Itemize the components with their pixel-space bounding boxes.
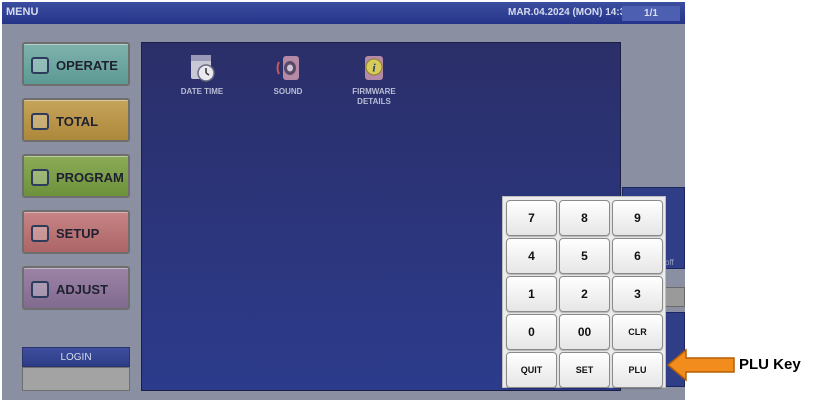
sound-tile[interactable]: SOUND bbox=[253, 53, 323, 97]
key-8[interactable]: 8 bbox=[559, 200, 610, 236]
plu-key-callout: PLU Key bbox=[666, 348, 822, 382]
login-label: LOGIN bbox=[22, 347, 130, 367]
info-icon: i bbox=[365, 56, 383, 80]
key-2[interactable]: 2 bbox=[559, 276, 610, 312]
page-indicator: 1/1 bbox=[622, 6, 680, 21]
scale-screen: MENU MAR.04.2024 (MON) 14:30 1/1 OPERATE… bbox=[2, 2, 685, 400]
login-field[interactable] bbox=[22, 367, 130, 391]
sound-label: SOUND bbox=[273, 87, 303, 96]
plu-key[interactable]: PLU bbox=[612, 352, 663, 388]
operate-label: OPERATE bbox=[56, 58, 118, 73]
firmware-label-line1: FIRMWARE bbox=[352, 87, 396, 96]
arrow-shape bbox=[666, 348, 735, 382]
screen-title: MENU bbox=[6, 6, 39, 18]
calendar-clock-icon bbox=[191, 55, 215, 82]
key-00[interactable]: 00 bbox=[559, 314, 610, 350]
program-button[interactable]: PROGRAM bbox=[22, 154, 130, 198]
key-9[interactable]: 9 bbox=[612, 200, 663, 236]
key-6[interactable]: 6 bbox=[612, 238, 663, 274]
speaker-icon bbox=[276, 56, 299, 80]
key-0[interactable]: 0 bbox=[506, 314, 557, 350]
key-5[interactable]: 5 bbox=[559, 238, 610, 274]
date-time-label: DATE TIME bbox=[180, 87, 224, 96]
key-1[interactable]: 1 bbox=[506, 276, 557, 312]
date-time-display: MAR.04.2024 (MON) 14:30 bbox=[508, 7, 631, 18]
login-panel: LOGIN bbox=[22, 347, 130, 391]
play-icon bbox=[31, 57, 49, 74]
total-button[interactable]: TOTAL bbox=[22, 98, 130, 142]
firmware-label-line2: DETAILS bbox=[357, 97, 391, 106]
side-button-partial-label: off bbox=[665, 258, 674, 267]
key-3[interactable]: 3 bbox=[612, 276, 663, 312]
set-key[interactable]: SET bbox=[559, 352, 610, 388]
program-label: PROGRAM bbox=[56, 170, 124, 185]
firmware-details-tile[interactable]: i FIRMWARE DETAILS bbox=[339, 53, 409, 107]
quit-key[interactable]: QUIT bbox=[506, 352, 557, 388]
key-7[interactable]: 7 bbox=[506, 200, 557, 236]
key-4[interactable]: 4 bbox=[506, 238, 557, 274]
side-field-partial bbox=[664, 287, 685, 307]
scale-adjust-icon bbox=[31, 281, 49, 298]
date-time-tile[interactable]: DATE TIME bbox=[167, 53, 237, 97]
total-label: TOTAL bbox=[56, 114, 99, 129]
left-arrow-icon bbox=[666, 348, 735, 382]
clock-icon bbox=[31, 113, 49, 130]
numeric-keypad: 7 8 9 4 5 6 1 2 3 0 00 CLR QUIT SET PLU bbox=[502, 196, 666, 388]
plu-key-callout-label: PLU Key bbox=[739, 356, 801, 373]
adjust-button[interactable]: ADJUST bbox=[22, 266, 130, 310]
wrench-icon bbox=[31, 225, 49, 242]
clear-key[interactable]: CLR bbox=[612, 314, 663, 350]
adjust-label: ADJUST bbox=[56, 282, 109, 297]
book-icon bbox=[31, 169, 49, 186]
title-bar: MENU MAR.04.2024 (MON) 14:30 1/1 bbox=[2, 2, 685, 24]
setup-label: SETUP bbox=[56, 226, 100, 241]
setup-button[interactable]: SETUP bbox=[22, 210, 130, 254]
operate-button[interactable]: OPERATE bbox=[22, 42, 130, 86]
